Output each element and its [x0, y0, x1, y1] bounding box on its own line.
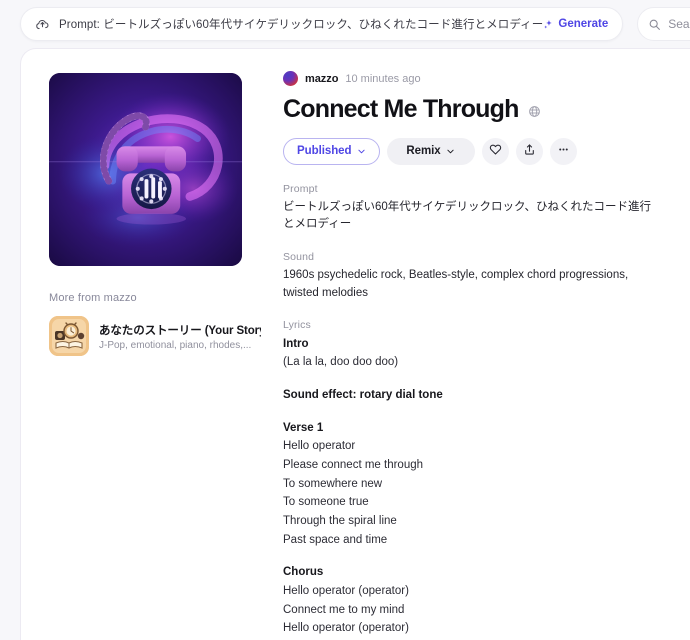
album-cover-art[interactable] [49, 73, 242, 266]
lyrics-line: (La la la, doo doo doo) [283, 356, 399, 369]
search-box[interactable] [637, 7, 690, 41]
byline: mazzo 10 minutes ago [283, 71, 660, 86]
lyrics-block-spacer [283, 371, 660, 382]
lyrics-heading: Verse 1 [283, 421, 324, 434]
track-title: あなたのストーリー (Your Story) [99, 324, 261, 337]
lyrics-block-spacer [283, 548, 660, 559]
right-column: mazzo 10 minutes ago Connect Me Through … [283, 49, 690, 640]
track-thumbnail [49, 316, 89, 356]
cover-illustration [49, 73, 242, 266]
sparkle-icon [543, 19, 554, 30]
like-button[interactable] [481, 137, 509, 165]
chevron-down-icon [446, 147, 455, 156]
share-icon [523, 143, 536, 159]
remix-label: Remix [406, 145, 441, 158]
ellipsis-icon [557, 143, 570, 159]
track-meta: あなたのストーリー (Your Story) J-Pop, emotional,… [99, 322, 261, 351]
lyrics-line: Hello operator (operator) [283, 622, 409, 635]
top-bar: Prompt: ビートルズっぽい60年代サイケデリックロック、ひねくれたコード進… [0, 0, 690, 48]
cloud-upload-icon [33, 15, 51, 33]
sound-section: Sound 1960s psychedelic rock, Beatles-st… [283, 251, 660, 302]
detail-card: More from mazzo あなたのストーリー (Your Story) J… [20, 48, 690, 640]
prompt-label: Prompt [283, 182, 318, 195]
lyrics-heading: Chorus [283, 566, 324, 579]
lyrics-heading: Intro [283, 337, 309, 350]
generate-label: Generate [558, 18, 609, 30]
left-column: More from mazzo あなたのストーリー (Your Story) J… [21, 49, 283, 640]
generate-button[interactable]: Generate [543, 18, 610, 30]
lyrics-line: Through the spiral line [283, 515, 397, 528]
lyrics-line: To someone true [283, 496, 369, 509]
prompt-bar[interactable]: Prompt: ビートルズっぽい60年代サイケデリックロック、ひねくれたコード進… [20, 7, 624, 41]
title-row: Connect Me Through [283, 95, 660, 124]
avatar[interactable] [283, 71, 298, 86]
sound-value: 1960s psychedelic rock, Beatles-style, c… [283, 269, 629, 299]
lyrics-heading: Sound effect: rotary dial tone [283, 389, 443, 402]
lyrics-line: Please connect me through [283, 459, 424, 472]
prompt-text: Prompt: ビートルズっぽい60年代サイケデリックロック、ひねくれたコード進… [59, 19, 544, 31]
lyrics-body: Intro (La la la, doo doo doo) Sound effect… [283, 336, 660, 640]
search-icon [648, 18, 661, 31]
heart-icon [489, 143, 502, 159]
more-from-label: More from mazzo [49, 292, 137, 304]
search-input[interactable] [668, 17, 690, 31]
lyrics-line: Hello operator (operator) [283, 585, 409, 598]
prompt-value: ビートルズっぽい60年代サイケデリックロック、ひねくれたコード進行とメロディー [283, 200, 652, 230]
prompt-section: Prompt ビートルズっぽい60年代サイケデリックロック、ひねくれたコード進行… [283, 183, 660, 234]
lyrics-line: Connect me to my mind [283, 603, 405, 616]
lyrics-section: Lyrics Intro (La la la, doo doo doo) Sound… [283, 319, 660, 640]
published-dropdown-button[interactable]: Published [283, 137, 380, 165]
globe-icon [528, 105, 541, 118]
action-bar: Published Remix [283, 137, 660, 165]
remix-dropdown-button[interactable]: Remix [386, 137, 475, 165]
list-item[interactable]: あなたのストーリー (Your Story) J-Pop, emotional,… [49, 316, 261, 356]
share-button[interactable] [515, 137, 543, 165]
author-name[interactable]: mazzo [305, 73, 338, 85]
more-options-button[interactable] [549, 137, 577, 165]
page-title: Connect Me Through [283, 95, 519, 123]
published-label: Published [297, 145, 352, 158]
lyrics-line: To somewhere new [283, 477, 383, 490]
timestamp: 10 minutes ago [345, 72, 421, 85]
chevron-down-icon [357, 147, 366, 156]
sound-label: Sound [283, 251, 315, 264]
vintage-clock-book-icon [49, 316, 89, 356]
lyrics-label: Lyrics [283, 318, 311, 331]
track-subtitle: J-Pop, emotional, piano, rhodes,... [99, 339, 252, 351]
lyrics-line: Hello operator [283, 440, 356, 453]
lyrics-block-spacer [283, 404, 660, 415]
lyrics-line: Past space and time [283, 533, 388, 546]
